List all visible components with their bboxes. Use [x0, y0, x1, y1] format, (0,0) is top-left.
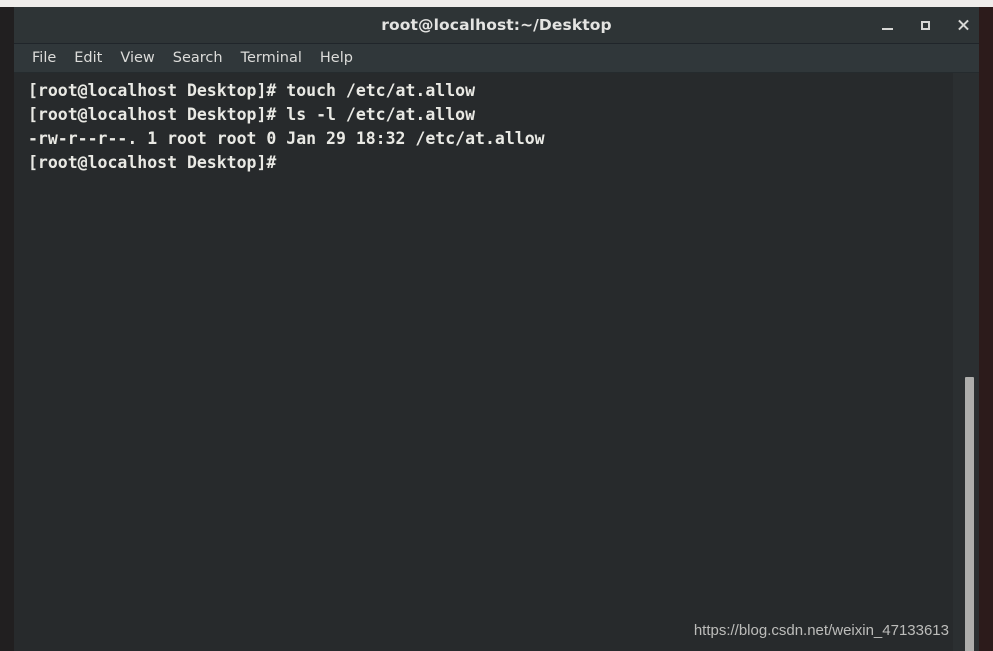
menu-bar: File Edit View Search Terminal Help	[14, 44, 979, 73]
terminal-body[interactable]: [root@localhost Desktop]# touch /etc/at.…	[14, 73, 979, 651]
vertical-scrollbar[interactable]	[953, 73, 979, 651]
menu-item-terminal[interactable]: Terminal	[232, 48, 311, 68]
scrollbar-thumb[interactable]	[965, 377, 974, 651]
maximize-icon	[920, 20, 930, 30]
close-icon	[957, 19, 970, 32]
terminal-window: root@localhost:~/Desktop File Edit View …	[0, 7, 993, 651]
terminal-screen[interactable]: [root@localhost Desktop]# touch /etc/at.…	[14, 73, 953, 651]
desktop-background: root@localhost:~/Desktop File Edit View …	[0, 0, 993, 651]
minimize-icon	[881, 28, 893, 30]
terminal-line: -rw-r--r--. 1 root root 0 Jan 29 18:32 /…	[28, 129, 545, 148]
title-bar[interactable]: root@localhost:~/Desktop	[14, 7, 979, 44]
window-controls	[877, 7, 973, 43]
menu-item-edit[interactable]: Edit	[65, 48, 111, 68]
window-title: root@localhost:~/Desktop	[381, 16, 612, 34]
minimize-button[interactable]	[877, 15, 897, 35]
watermark-text: https://blog.csdn.net/weixin_47133613	[693, 622, 949, 639]
maximize-button[interactable]	[915, 15, 935, 35]
close-button[interactable]	[953, 15, 973, 35]
menu-item-file[interactable]: File	[23, 48, 65, 68]
terminal-line: [root@localhost Desktop]#	[28, 153, 277, 172]
menu-item-search[interactable]: Search	[164, 48, 232, 68]
menu-item-view[interactable]: View	[111, 48, 163, 68]
terminal-line: [root@localhost Desktop]# touch /etc/at.…	[28, 81, 476, 100]
menu-item-help[interactable]: Help	[311, 48, 362, 68]
terminal-line: [root@localhost Desktop]# ls -l /etc/at.…	[28, 105, 476, 124]
